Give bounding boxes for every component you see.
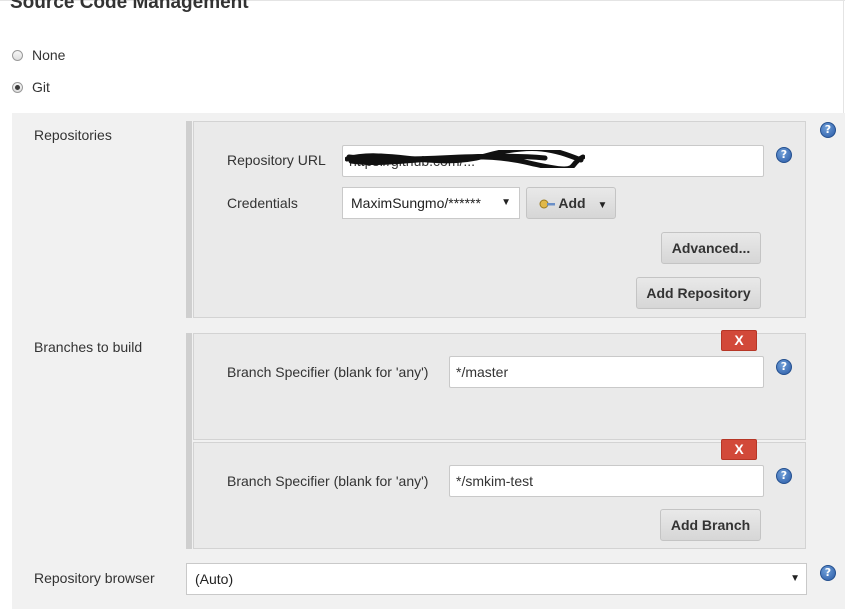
branch-specifier-label-2: Branch Specifier (blank for 'any') <box>227 473 429 489</box>
add-branch-button[interactable]: Add Branch <box>660 509 761 541</box>
section-right-border <box>843 0 844 115</box>
git-radio[interactable] <box>12 81 23 93</box>
branch-specifier-input-1[interactable]: */master <box>449 356 764 388</box>
redaction-scribble <box>345 150 585 168</box>
branch-specifier-help-icon-1[interactable]: ? <box>776 359 792 375</box>
repository-browser-caret-icon: ▼ <box>790 573 800 584</box>
section-title: Source Code Management <box>10 0 249 13</box>
repositories-label: Repositories <box>34 127 112 143</box>
branches-box-bar <box>186 333 192 549</box>
git-radio-label: Git <box>32 79 50 95</box>
repository-url-label: Repository URL <box>227 152 326 168</box>
advanced-button[interactable]: Advanced... <box>661 232 761 264</box>
scm-option-none[interactable]: None <box>12 47 65 63</box>
repository-browser-help-icon[interactable]: ? <box>820 565 836 581</box>
add-credentials-button[interactable]: Add ▼ <box>526 187 616 219</box>
add-repository-button[interactable]: Add Repository <box>636 277 761 309</box>
add-credentials-label: Add <box>558 195 586 211</box>
branch-specifier-help-icon-2[interactable]: ? <box>776 468 792 484</box>
repository-browser-select[interactable]: (Auto) ▼ <box>186 563 807 595</box>
credentials-value: MaximSungmo/****** <box>351 195 481 211</box>
repository-browser-label: Repository browser <box>34 570 155 586</box>
delete-branch-1-button[interactable]: X <box>721 330 757 351</box>
key-icon <box>539 199 555 209</box>
branch-specifier-input-2[interactable]: */smkim-test <box>449 465 764 497</box>
repositories-help-icon[interactable]: ? <box>820 122 836 138</box>
none-radio[interactable] <box>12 49 23 61</box>
credentials-select[interactable]: MaximSungmo/****** ▼ <box>342 187 520 219</box>
add-caret-icon: ▼ <box>597 200 608 211</box>
branch-specifier-label-1: Branch Specifier (blank for 'any') <box>227 364 429 380</box>
repository-browser-value: (Auto) <box>195 571 234 587</box>
repository-url-help-icon[interactable]: ? <box>776 147 792 163</box>
branches-label: Branches to build <box>34 339 143 355</box>
credentials-label: Credentials <box>227 195 298 211</box>
credentials-caret-icon: ▼ <box>501 197 511 208</box>
delete-branch-2-button[interactable]: X <box>721 439 757 460</box>
none-radio-label: None <box>32 47 66 63</box>
repository-box-bar <box>186 121 192 318</box>
scm-option-git[interactable]: Git <box>12 79 50 95</box>
